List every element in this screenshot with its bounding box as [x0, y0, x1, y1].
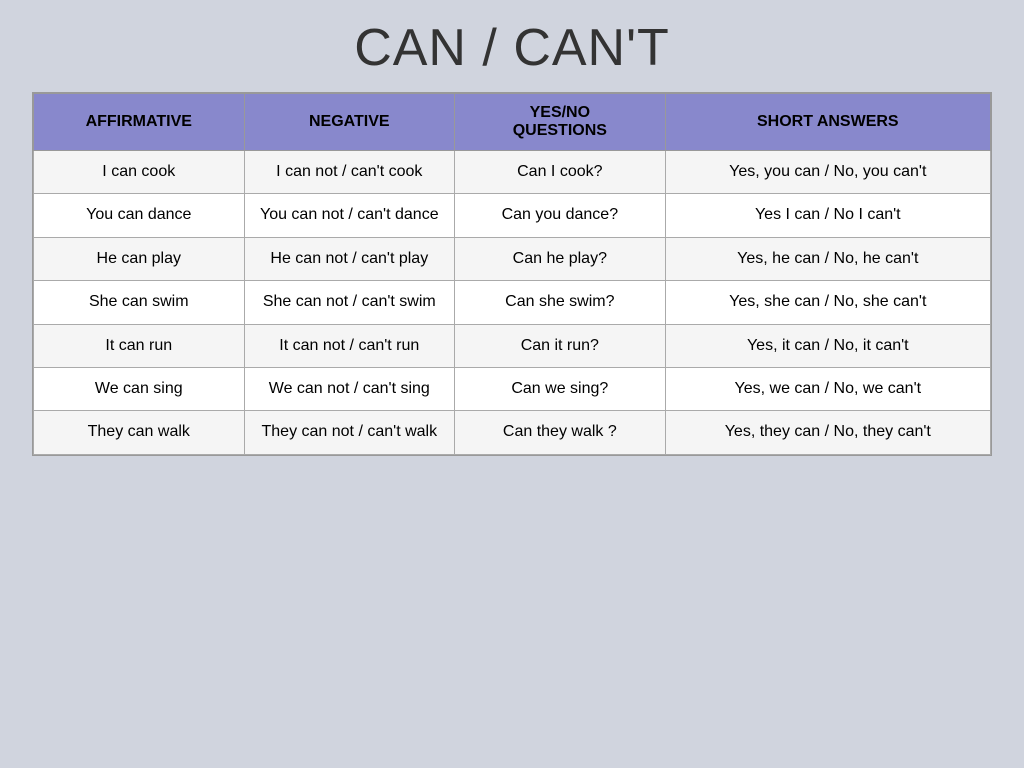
table-row: It can runIt can not / can't runCan it r… — [34, 324, 991, 367]
cell-negative: You can not / can't dance — [244, 194, 455, 237]
cell-short-answer: Yes, we can / No, we can't — [665, 367, 990, 410]
cell-short-answer: Yes, he can / No, he can't — [665, 237, 990, 280]
cell-negative: We can not / can't sing — [244, 367, 455, 410]
table-row: I can cookI can not / can't cookCan I co… — [34, 151, 991, 194]
cell-question: Can I cook? — [455, 151, 666, 194]
cell-question: Can it run? — [455, 324, 666, 367]
cell-question: Can she swim? — [455, 281, 666, 324]
header-affirmative: AFFIRMATIVE — [34, 94, 245, 151]
table-row: He can playHe can not / can't playCan he… — [34, 237, 991, 280]
cell-negative: He can not / can't play — [244, 237, 455, 280]
cell-short-answer: Yes, she can / No, she can't — [665, 281, 990, 324]
cell-affirmative: It can run — [34, 324, 245, 367]
cell-affirmative: We can sing — [34, 367, 245, 410]
page-title: CAN / CAN'T — [354, 18, 670, 78]
table-row: She can swimShe can not / can't swimCan … — [34, 281, 991, 324]
cell-negative: It can not / can't run — [244, 324, 455, 367]
header-questions: YES/NOQUESTIONS — [455, 94, 666, 151]
header-short-answers: SHORT ANSWERS — [665, 94, 990, 151]
cell-short-answer: Yes, it can / No, it can't — [665, 324, 990, 367]
cell-affirmative: They can walk — [34, 411, 245, 454]
cell-short-answer: Yes, they can / No, they can't — [665, 411, 990, 454]
cell-affirmative: I can cook — [34, 151, 245, 194]
cell-negative: She can not / can't swim — [244, 281, 455, 324]
cell-negative: I can not / can't cook — [244, 151, 455, 194]
cell-affirmative: She can swim — [34, 281, 245, 324]
cell-short-answer: Yes I can / No I can't — [665, 194, 990, 237]
main-table-container: AFFIRMATIVE NEGATIVE YES/NOQUESTIONS SHO… — [32, 92, 992, 456]
cell-question: Can they walk ? — [455, 411, 666, 454]
cell-affirmative: You can dance — [34, 194, 245, 237]
cell-affirmative: He can play — [34, 237, 245, 280]
header-negative: NEGATIVE — [244, 94, 455, 151]
cell-question: Can you dance? — [455, 194, 666, 237]
table-row: You can danceYou can not / can't danceCa… — [34, 194, 991, 237]
cell-short-answer: Yes, you can / No, you can't — [665, 151, 990, 194]
cell-question: Can we sing? — [455, 367, 666, 410]
cell-negative: They can not / can't walk — [244, 411, 455, 454]
table-row: They can walkThey can not / can't walkCa… — [34, 411, 991, 454]
table-row: We can singWe can not / can't singCan we… — [34, 367, 991, 410]
cell-question: Can he play? — [455, 237, 666, 280]
